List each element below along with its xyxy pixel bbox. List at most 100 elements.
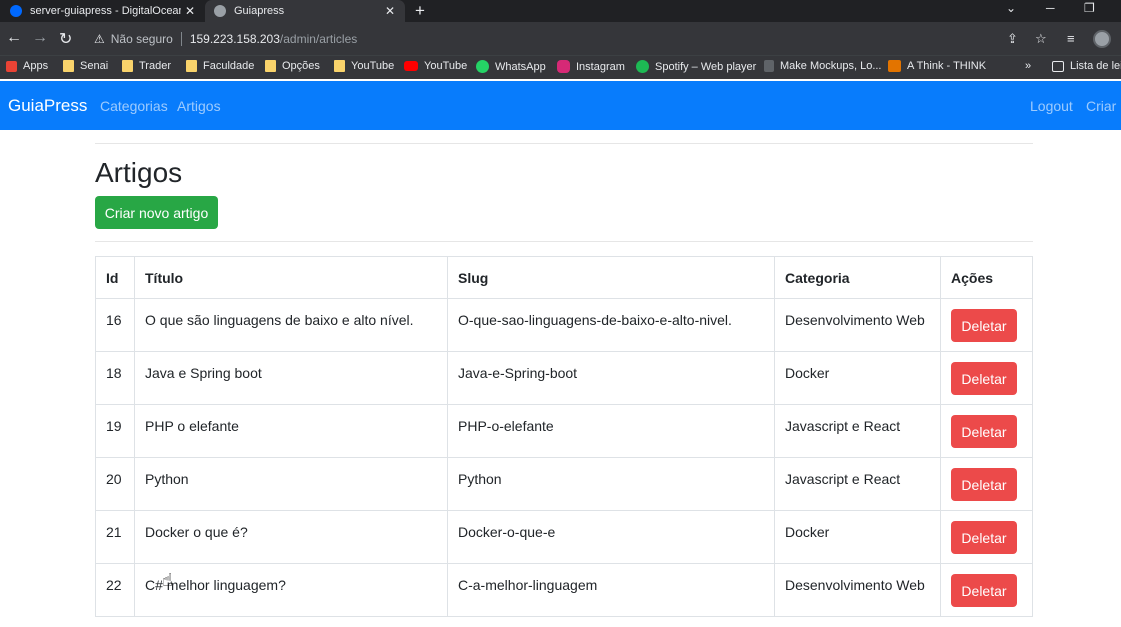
cell-category: Javascript e React: [774, 457, 941, 511]
delete-button[interactable]: Deletar: [951, 468, 1017, 501]
url-path: /admin/articles: [279, 31, 358, 46]
table-header-row: Id Título Slug Categoria Ações: [95, 256, 1033, 299]
url-host: 159.223.158.203: [189, 31, 280, 46]
bookmark-spotify[interactable]: Spotify – Web player: [636, 60, 756, 73]
address-bar[interactable]: ⚠ Não seguro 159.223.158.203 /admin/arti…: [84, 26, 1004, 51]
tab-title: server-guiapress - DigitalOcean: [30, 5, 181, 17]
cell-title: PHP o elefante: [134, 404, 448, 458]
apps-grid-icon: [6, 60, 17, 72]
bookmark-trader[interactable]: Trader: [122, 60, 171, 72]
table-row: 16 O que são linguagens de baixo e alto …: [95, 298, 1033, 352]
hand-cursor-icon: ☝: [162, 570, 173, 590]
browser-tab-strip: server-guiapress - DigitalOcean ✕ Guiapr…: [0, 0, 1121, 22]
reload-icon[interactable]: ↻: [59, 29, 72, 49]
media-control-icon[interactable]: ≡: [1067, 31, 1075, 46]
cell-id: 18: [95, 351, 135, 405]
cell-title: Java e Spring boot: [134, 351, 448, 405]
share-icon[interactable]: ⇪: [1007, 31, 1018, 47]
reading-list[interactable]: Lista de leit: [1052, 60, 1121, 72]
close-icon[interactable]: ✕: [381, 4, 399, 18]
reading-list-icon: [1052, 60, 1064, 72]
bookmark-label: YouTube: [424, 60, 468, 72]
security-label: Não seguro: [110, 31, 173, 46]
nav-link-categorias[interactable]: Categorias: [100, 98, 168, 114]
cell-slug: C-a-melhor-linguagem: [447, 563, 775, 617]
table-row: 20 Python Python Javascript e React Dele…: [95, 457, 1033, 511]
minimize-icon[interactable]: ─: [1046, 1, 1055, 15]
bookmark-apps[interactable]: Apps: [6, 60, 48, 72]
nav-link-criar[interactable]: Criar: [1086, 98, 1116, 114]
delete-button[interactable]: Deletar: [951, 362, 1017, 395]
cell-actions: Deletar: [940, 404, 1033, 458]
page-title: Artigos: [95, 157, 183, 188]
brand-link[interactable]: GuiaPress: [8, 96, 87, 116]
youtube-icon: [404, 61, 418, 71]
divider: [180, 31, 182, 46]
cell-actions: Deletar: [940, 457, 1033, 511]
divider: [95, 143, 1033, 144]
cell-actions: Deletar: [940, 351, 1033, 405]
think-icon: [888, 60, 901, 72]
cell-category: Desenvolvimento Web: [774, 298, 941, 352]
folder-icon: [265, 60, 276, 72]
nav-link-logout[interactable]: Logout: [1030, 98, 1073, 114]
column-header-id: Id: [95, 256, 135, 299]
bookmark-label: Apps: [23, 60, 49, 72]
bookmarks-overflow-icon[interactable]: »: [1025, 60, 1031, 72]
cell-slug: Java-e-Spring-boot: [447, 351, 775, 405]
folder-icon: [186, 60, 197, 72]
column-header-slug: Slug: [447, 256, 775, 299]
nav-link-artigos[interactable]: Artigos: [177, 98, 221, 114]
cell-category: Docker: [774, 351, 941, 405]
table-row: 22 C# melhor linguagem? C-a-melhor-lingu…: [95, 563, 1033, 617]
app-navbar: GuiaPress Categorias Artigos Logout Cria…: [0, 81, 1121, 130]
bookmark-instagram[interactable]: Instagram: [557, 60, 625, 73]
mockups-icon: [764, 60, 774, 72]
folder-icon: [122, 60, 133, 72]
delete-button[interactable]: Deletar: [951, 309, 1017, 342]
profile-avatar[interactable]: [1093, 30, 1111, 48]
cell-category: Desenvolvimento Web: [774, 563, 941, 617]
new-tab-icon[interactable]: +: [415, 1, 425, 21]
articles-table: Id Título Slug Categoria Ações 16 O que …: [95, 256, 1033, 617]
cell-title: C# melhor linguagem?: [134, 563, 448, 617]
cell-slug: Docker-o-que-e: [447, 510, 775, 564]
folder-icon: [63, 60, 74, 72]
close-icon[interactable]: ✕: [181, 4, 199, 18]
bookmark-youtube-folder[interactable]: YouTube: [334, 60, 394, 72]
cell-title: O que são linguagens de baixo e alto nív…: [134, 298, 448, 352]
tab-guiapress[interactable]: Guiapress ✕: [205, 0, 405, 22]
cell-slug: O-que-sao-linguagens-de-baixo-e-alto-niv…: [447, 298, 775, 352]
spotify-icon: [636, 60, 649, 73]
tab-digitalocean[interactable]: server-guiapress - DigitalOcean ✕: [0, 0, 205, 22]
bookmark-label: A Think - THINK: [907, 60, 987, 72]
cell-actions: Deletar: [940, 563, 1033, 617]
tab-search-icon[interactable]: ⌄: [1006, 1, 1016, 15]
warning-icon[interactable]: ⚠: [94, 32, 105, 46]
cell-category: Docker: [774, 510, 941, 564]
bookmark-label: YouTube: [351, 60, 395, 72]
bookmark-youtube[interactable]: YouTube: [404, 60, 467, 72]
delete-button[interactable]: Deletar: [951, 415, 1017, 448]
bookmark-label: Senai: [80, 60, 109, 72]
delete-button[interactable]: Deletar: [951, 574, 1017, 607]
restore-icon[interactable]: ❐: [1084, 1, 1095, 15]
create-article-button[interactable]: Criar novo artigo: [95, 196, 218, 229]
divider: [95, 241, 1033, 242]
bookmark-mockups[interactable]: Make Mockups, Lo...: [764, 60, 882, 72]
bookmarks-bar: Apps Senai Trader Faculdade Opções YouTu…: [0, 55, 1121, 79]
bookmark-opcoes[interactable]: Opções: [265, 60, 320, 72]
bookmark-whatsapp[interactable]: WhatsApp: [476, 60, 546, 73]
bookmark-senai[interactable]: Senai: [63, 60, 108, 72]
back-icon[interactable]: ←: [6, 29, 22, 47]
bookmark-star-icon[interactable]: ☆: [1035, 31, 1047, 47]
bookmark-think[interactable]: A Think - THINK: [888, 60, 986, 72]
column-header-acoes: Ações: [940, 256, 1033, 299]
forward-icon[interactable]: →: [32, 29, 48, 47]
table-row: 19 PHP o elefante PHP-o-elefante Javascr…: [95, 404, 1033, 458]
delete-button[interactable]: Deletar: [951, 521, 1017, 554]
globe-icon: [214, 5, 226, 17]
bookmark-faculdade[interactable]: Faculdade: [186, 60, 254, 72]
instagram-icon: [557, 60, 570, 73]
cell-title: Python: [134, 457, 448, 511]
